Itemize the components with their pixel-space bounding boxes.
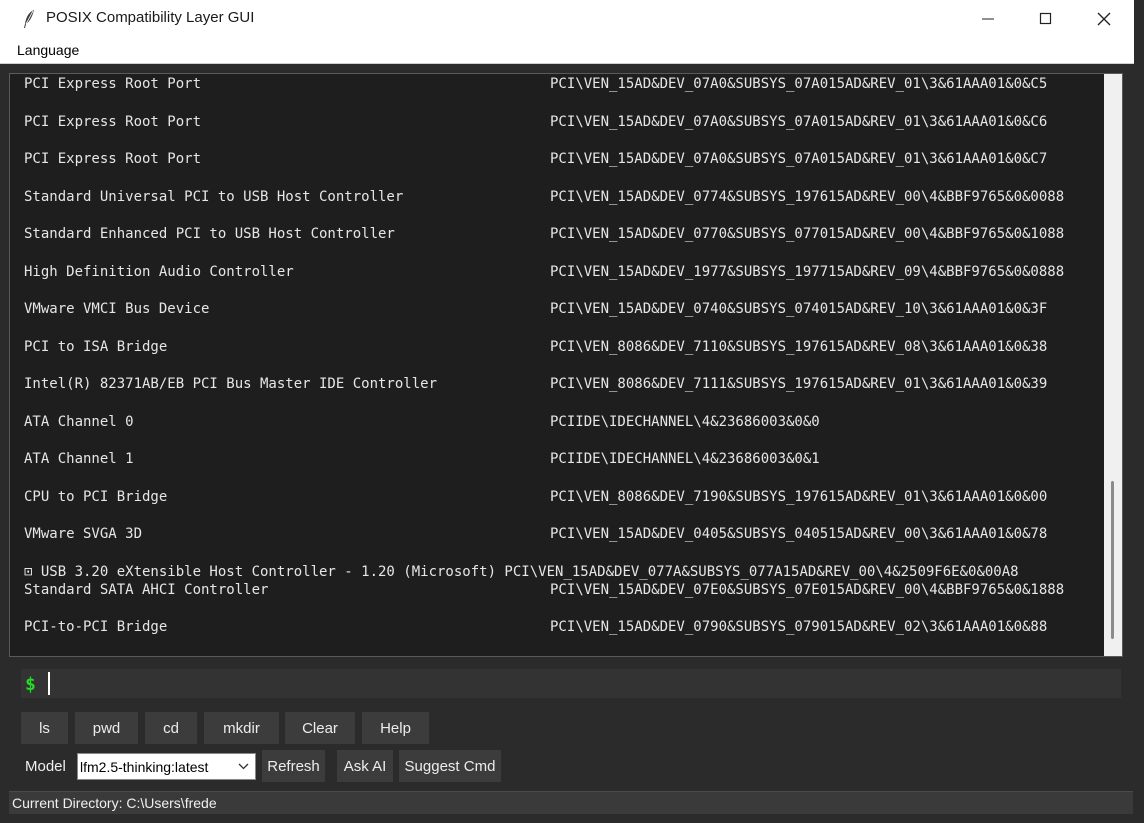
- device-name: PCI Express Root Port: [24, 76, 202, 92]
- maximize-icon: [1039, 12, 1052, 25]
- device-id: PCI\VEN_15AD&DEV_0405&SUBSYS_040515AD&RE…: [550, 526, 1048, 542]
- output-row: CPU to PCI Bridge PCI\VEN_8086&DEV_7190&S…: [24, 488, 1064, 526]
- terminal-output[interactable]: PCI Express Root Port PCI\VEN_15AD&DEV_07…: [9, 73, 1105, 657]
- device-name: PCI Express Root Port: [24, 113, 202, 130]
- device-id: PCI\VEN_8086&DEV_7111&SUBSYS_197615AD&RE…: [550, 376, 1048, 392]
- ls-button[interactable]: ls: [21, 712, 68, 744]
- device-name: PCI to ISA Bridge: [24, 338, 168, 355]
- device-name: VMware VMCI Bus Device: [24, 301, 210, 317]
- output-row: PCI-to-PCI Bridge PCI\VEN_15AD&DEV_0790&S…: [24, 618, 1064, 656]
- device-name: ATA Channel 0: [24, 413, 134, 430]
- suggest-cmd-button[interactable]: Suggest Cmd: [399, 750, 501, 782]
- output-row: Standard Enhanced PCI to USB Host Contro…: [24, 225, 1064, 263]
- minimize-icon: [982, 18, 994, 20]
- help-button[interactable]: Help: [362, 712, 429, 744]
- text-caret: [48, 672, 50, 695]
- device-id: PCI\VEN_15AD&DEV_0740&SUBSYS_074015AD&RE…: [550, 301, 1048, 317]
- output-row: ATA Channel 0 PCIIDE\IDECHANNEL\4&2368600…: [24, 413, 1064, 451]
- model-label: Model: [25, 758, 66, 775]
- maximize-button[interactable]: [1017, 0, 1075, 38]
- output-row: Standard SATA AHCI Controller PCI\VEN_15A…: [24, 581, 1064, 619]
- device-name: PCI Express Root Port: [24, 151, 202, 167]
- command-line: $: [21, 669, 1121, 698]
- output-row: Standard Universal PCI to USB Host Contr…: [24, 188, 1064, 226]
- device-name: Standard SATA AHCI Controller: [24, 581, 269, 598]
- output-scrollbar[interactable]: [1104, 73, 1123, 657]
- window-shadow: [1134, 0, 1144, 823]
- scrollbar-thumb[interactable]: [1111, 481, 1114, 639]
- output-row-overflow: ⊡ USB 3.20 eXtensible Host Controller - …: [24, 563, 1019, 580]
- output-row: PCI to ISA Bridge PCI\VEN_8086&DEV_7110&S…: [24, 338, 1064, 376]
- device-name: Intel(R) 82371AB/EB PCI Bus Master IDE C…: [24, 376, 438, 392]
- output-row: VMware SVGA 3D PCI\VEN_15AD&DEV_0405&SUBS…: [24, 525, 1064, 563]
- title-bar: POSIX Compatibility Layer GUI: [0, 0, 1135, 38]
- ask-ai-button[interactable]: Ask AI: [337, 750, 393, 782]
- output-lines: PCI Express Root Port PCI\VEN_15AD&DEV_07…: [24, 75, 1064, 656]
- device-name: CPU to PCI Bridge: [24, 488, 168, 505]
- menu-language[interactable]: Language: [17, 42, 79, 58]
- status-bar: Current Directory: C:\Users\frede: [9, 791, 1133, 814]
- output-row: PCI Express Root Port PCI\VEN_15AD&DEV_07…: [24, 113, 1064, 151]
- device-id: PCI\VEN_15AD&DEV_07A0&SUBSYS_07A015AD&RE…: [550, 113, 1048, 130]
- window-title: POSIX Compatibility Layer GUI: [46, 9, 255, 26]
- prompt-symbol: $: [25, 674, 36, 695]
- device-id: PCI\VEN_15AD&DEV_07A0&SUBSYS_07A015AD&RE…: [550, 151, 1048, 167]
- device-id: PCI\VEN_15AD&DEV_0790&SUBSYS_079015AD&RE…: [550, 619, 1048, 635]
- device-id: PCI\VEN_15AD&DEV_0774&SUBSYS_197615AD&RE…: [550, 188, 1065, 205]
- minimize-button[interactable]: [959, 0, 1017, 38]
- pwd-button[interactable]: pwd: [75, 712, 138, 744]
- device-id: PCI\VEN_15AD&DEV_1977&SUBSYS_197715AD&RE…: [550, 263, 1065, 280]
- close-icon: [1097, 12, 1111, 26]
- command-input[interactable]: [47, 671, 1107, 696]
- model-select-value: lfm2.5-thinking:latest: [80, 759, 209, 775]
- device-id: PCI\VEN_15AD&DEV_07E0&SUBSYS_07E015AD&RE…: [550, 581, 1065, 598]
- device-id: PCIIDE\IDECHANNEL\4&23686003&0&0: [550, 413, 820, 430]
- output-row: Intel(R) 82371AB/EB PCI Bus Master IDE C…: [24, 375, 1064, 413]
- current-directory: Current Directory: C:\Users\frede: [12, 795, 217, 811]
- close-button[interactable]: [1075, 0, 1133, 38]
- device-name: High Definition Audio Controller: [24, 263, 294, 280]
- device-name: VMware SVGA 3D: [24, 526, 143, 542]
- device-id: PCI\VEN_15AD&DEV_0770&SUBSYS_077015AD&RE…: [550, 226, 1065, 242]
- clear-button[interactable]: Clear: [285, 712, 355, 744]
- refresh-button[interactable]: Refresh: [262, 750, 325, 782]
- device-id: PCI\VEN_8086&DEV_7110&SUBSYS_197615AD&RE…: [550, 338, 1048, 355]
- menu-bar: Language: [0, 38, 1134, 64]
- output-row: VMware VMCI Bus Device PCI\VEN_15AD&DEV_0…: [24, 300, 1064, 338]
- main-frame: PCI Express Root Port PCI\VEN_15AD&DEV_07…: [0, 64, 1134, 823]
- model-select[interactable]: lfm2.5-thinking:latest: [77, 753, 256, 780]
- output-row: High Definition Audio Controller PCI\VEN_…: [24, 263, 1064, 301]
- output-row: PCI Express Root Port PCI\VEN_15AD&DEV_07…: [24, 75, 1064, 113]
- mkdir-button[interactable]: mkdir: [204, 712, 279, 744]
- device-name: ATA Channel 1: [24, 451, 134, 467]
- device-name: Standard Universal PCI to USB Host Contr…: [24, 188, 404, 205]
- device-name: PCI-to-PCI Bridge: [24, 619, 168, 635]
- feather-icon: [24, 10, 34, 28]
- device-name: Standard Enhanced PCI to USB Host Contro…: [24, 226, 395, 242]
- device-id: PCI\VEN_8086&DEV_7190&SUBSYS_197615AD&RE…: [550, 488, 1048, 505]
- chevron-down-icon: [238, 763, 249, 770]
- device-id: PCIIDE\IDECHANNEL\4&23686003&0&1: [550, 451, 820, 467]
- device-id: PCI\VEN_15AD&DEV_07A0&SUBSYS_07A015AD&RE…: [550, 76, 1048, 92]
- output-row: PCI Express Root Port PCI\VEN_15AD&DEV_07…: [24, 150, 1064, 188]
- output-row: ATA Channel 1 PCIIDE\IDECHANNEL\4&2368600…: [24, 450, 1064, 488]
- cd-button[interactable]: cd: [145, 712, 197, 744]
